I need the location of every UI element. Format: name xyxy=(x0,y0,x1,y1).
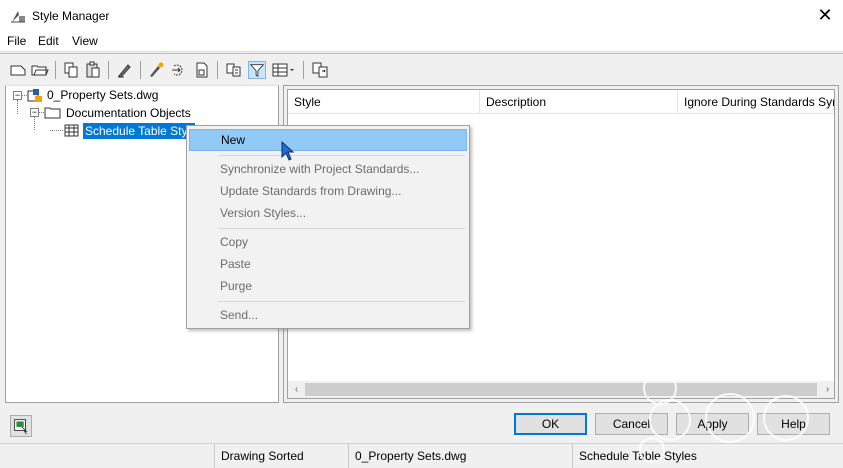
toolbar xyxy=(0,53,843,85)
scrollbar-thumb[interactable] xyxy=(305,383,817,396)
folder-icon xyxy=(44,107,61,119)
mouse-cursor-icon xyxy=(281,141,295,161)
context-menu: New Synchronize with Project Standards..… xyxy=(186,125,470,329)
context-menu-purge[interactable]: Purge xyxy=(189,275,467,297)
collapse-root-icon[interactable]: − xyxy=(13,91,22,100)
toolbar-separator xyxy=(55,61,56,79)
title-bar: Style Manager ✕ xyxy=(0,0,843,32)
list-header: Style Description Ignore During Standard… xyxy=(288,90,834,114)
properties-icon[interactable] xyxy=(193,61,211,79)
column-ignore-during-standards-sync[interactable]: Ignore During Standards Syn xyxy=(678,90,834,114)
apply-button[interactable]: Apply xyxy=(676,413,749,435)
menu-file[interactable]: File xyxy=(7,34,26,48)
tree-connector xyxy=(34,117,35,130)
copy-icon[interactable] xyxy=(62,61,80,79)
context-menu-update-standards[interactable]: Update Standards from Drawing... xyxy=(189,180,467,202)
status-bar: Drawing Sorted 0_Property Sets.dwg Sched… xyxy=(0,443,843,468)
sort-icon[interactable] xyxy=(225,61,243,79)
paste-icon[interactable] xyxy=(84,61,102,79)
synchronize-icon[interactable] xyxy=(311,61,329,79)
column-description[interactable]: Description xyxy=(480,90,678,114)
style-manager-icon xyxy=(11,11,25,23)
cancel-button[interactable]: Cancel xyxy=(595,413,668,435)
menu-separator xyxy=(219,301,465,302)
tree-connector xyxy=(17,100,18,114)
help-button[interactable]: Help xyxy=(757,413,830,435)
context-menu-new[interactable]: New xyxy=(189,129,467,151)
window-title: Style Manager xyxy=(32,9,110,23)
open-drawing-icon[interactable] xyxy=(31,61,49,79)
scroll-left-icon[interactable]: ‹ xyxy=(288,381,305,398)
new-drawing-icon[interactable] xyxy=(9,61,27,79)
purge-icon[interactable] xyxy=(116,61,134,79)
collapse-documentation-icon[interactable]: − xyxy=(30,108,39,117)
status-drawing: 0_Property Sets.dwg xyxy=(348,444,572,468)
tree-node-documentation-objects[interactable]: Documentation Objects xyxy=(66,106,191,120)
drawing-file-icon xyxy=(27,89,42,102)
toolbar-separator xyxy=(140,61,141,79)
view-toggle-icon[interactable] xyxy=(271,61,297,79)
status-sort: Drawing Sorted xyxy=(214,444,348,468)
toggle-view-icon[interactable] xyxy=(10,415,32,437)
horizontal-scrollbar[interactable]: ‹ › xyxy=(288,381,834,398)
menu-separator xyxy=(219,155,465,156)
tree-connector xyxy=(50,130,63,131)
edit-style-icon[interactable] xyxy=(170,61,188,79)
tree-node-schedule-table-styles[interactable]: Schedule Table Styles xyxy=(83,123,195,139)
toolbar-separator xyxy=(108,61,109,79)
context-menu-copy[interactable]: Copy xyxy=(189,231,467,253)
filter-icon[interactable] xyxy=(248,61,266,79)
context-menu-version-styles[interactable]: Version Styles... xyxy=(189,202,467,224)
menu-bar: File Edit View xyxy=(0,32,843,52)
menu-view[interactable]: View xyxy=(72,34,98,48)
schedule-table-icon xyxy=(64,124,79,137)
new-style-icon[interactable] xyxy=(147,61,165,79)
context-menu-send[interactable]: Send... xyxy=(189,304,467,326)
close-icon[interactable]: ✕ xyxy=(817,5,833,25)
status-selection: Schedule Table Styles xyxy=(572,444,843,468)
menu-separator xyxy=(219,228,465,229)
dialog-buttons: OK Cancel Apply Help xyxy=(0,403,843,443)
menu-edit[interactable]: Edit xyxy=(38,34,59,48)
scroll-right-icon[interactable]: › xyxy=(819,381,834,398)
ok-button[interactable]: OK xyxy=(514,413,587,435)
toolbar-separator xyxy=(217,61,218,79)
context-menu-synchronize[interactable]: Synchronize with Project Standards... xyxy=(189,158,467,180)
tree-node-drawing[interactable]: 0_Property Sets.dwg xyxy=(47,88,158,102)
column-style[interactable]: Style xyxy=(288,90,480,114)
context-menu-paste[interactable]: Paste xyxy=(189,253,467,275)
toolbar-separator xyxy=(303,61,304,79)
